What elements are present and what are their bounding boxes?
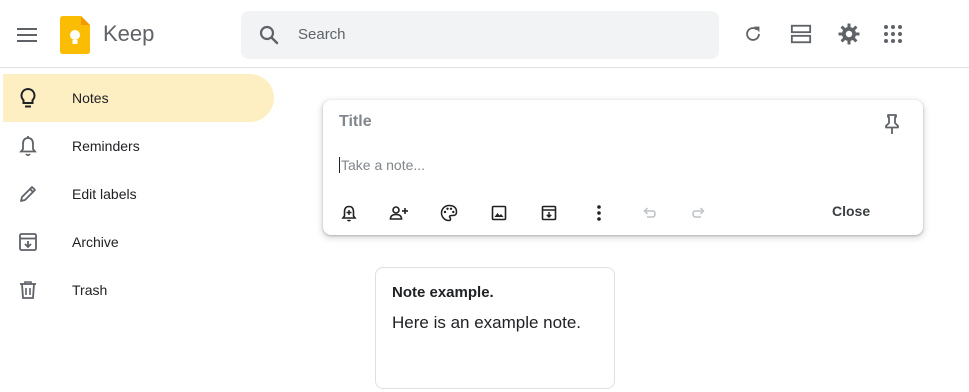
sidebar-item-archive[interactable]: Archive bbox=[0, 218, 280, 266]
note-body-input[interactable]: Take a note... bbox=[339, 157, 425, 173]
keep-logo[interactable] bbox=[60, 16, 90, 59]
lightbulb-icon bbox=[16, 86, 40, 110]
sidebar-item-label: Reminders bbox=[72, 138, 140, 154]
note-body-placeholder: Take a note... bbox=[341, 157, 426, 173]
sidebar-item-notes[interactable]: Notes bbox=[3, 74, 274, 122]
pencil-icon bbox=[16, 182, 40, 206]
note-composer: Title Take a note... Close bbox=[323, 100, 923, 235]
list-view-icon bbox=[790, 24, 812, 44]
archive-note-button[interactable] bbox=[537, 201, 561, 225]
sidebar-item-reminders[interactable]: Reminders bbox=[0, 122, 280, 170]
trash-icon bbox=[16, 278, 40, 302]
search-icon[interactable] bbox=[257, 23, 281, 52]
remind-me-button[interactable] bbox=[337, 201, 361, 225]
sidebar-item-label: Edit labels bbox=[72, 186, 137, 202]
add-image-button[interactable] bbox=[487, 201, 511, 225]
note-title-input[interactable]: Title bbox=[339, 113, 372, 131]
note-card-body: Here is an example note. bbox=[392, 313, 581, 332]
app-header: Keep Search bbox=[0, 0, 969, 68]
search-bar[interactable]: Search bbox=[241, 11, 719, 59]
note-card-title: Note example. bbox=[392, 284, 494, 301]
more-options-button[interactable] bbox=[587, 201, 611, 225]
pin-note-button[interactable] bbox=[881, 112, 903, 141]
collaborator-button[interactable] bbox=[387, 201, 411, 225]
add-image-icon bbox=[491, 205, 507, 221]
search-input[interactable]: Search bbox=[298, 26, 346, 43]
app-title: Keep bbox=[103, 21, 155, 46]
undo-button[interactable] bbox=[637, 201, 661, 225]
background-options-icon bbox=[440, 204, 458, 222]
remind-me-icon bbox=[341, 205, 357, 222]
redo-icon bbox=[692, 207, 705, 218]
settings-button[interactable] bbox=[834, 19, 864, 49]
archive-icon bbox=[16, 230, 40, 254]
sidebar-item-trash[interactable]: Trash bbox=[0, 266, 280, 314]
list-view-button[interactable] bbox=[786, 19, 816, 49]
redo-button[interactable] bbox=[687, 201, 711, 225]
main-menu-button[interactable] bbox=[10, 18, 44, 52]
text-caret bbox=[339, 157, 340, 173]
more-icon bbox=[597, 205, 601, 221]
collaborator-icon bbox=[389, 206, 408, 220]
apps-button[interactable] bbox=[878, 19, 908, 49]
undo-icon bbox=[643, 207, 656, 218]
sidebar-nav: Notes Reminders Edit labels Archive Tras… bbox=[0, 74, 280, 314]
pin-icon bbox=[885, 114, 899, 134]
apps-icon bbox=[884, 25, 902, 43]
sidebar-item-label: Trash bbox=[72, 282, 108, 298]
sidebar-item-label: Notes bbox=[72, 90, 109, 106]
menu-icon bbox=[17, 28, 37, 42]
background-options-button[interactable] bbox=[437, 201, 461, 225]
note-card[interactable]: Note example. Here is an example note. bbox=[375, 267, 615, 389]
bell-icon bbox=[16, 134, 40, 158]
settings-icon bbox=[838, 23, 860, 45]
sidebar-item-edit-labels[interactable]: Edit labels bbox=[0, 170, 280, 218]
close-button[interactable]: Close bbox=[832, 203, 870, 219]
archive-icon bbox=[541, 205, 557, 221]
sidebar-item-label: Archive bbox=[72, 234, 119, 250]
refresh-icon bbox=[746, 26, 760, 41]
refresh-button[interactable] bbox=[738, 19, 768, 49]
